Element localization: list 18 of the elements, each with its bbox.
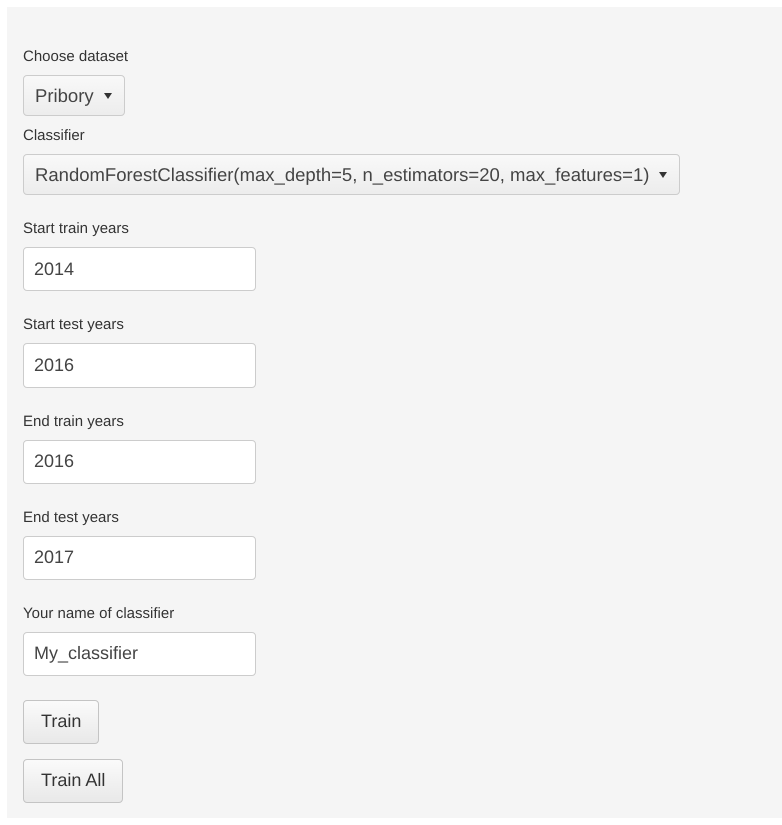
input-field[interactable]: 2014 xyxy=(23,247,256,292)
field-label: End train years xyxy=(23,412,124,432)
caret-icon xyxy=(104,92,112,99)
input-field[interactable]: 2016 xyxy=(23,440,256,484)
input-field[interactable]: 2017 xyxy=(23,536,256,580)
field-label: Choose dataset xyxy=(23,47,128,67)
field-label: Start train years xyxy=(23,219,129,240)
caret-icon xyxy=(659,172,668,178)
train-button[interactable]: Train xyxy=(23,700,100,744)
dataset-select[interactable]: Pribory xyxy=(23,75,125,116)
field-label: End test years xyxy=(23,508,119,528)
input-field[interactable]: My_classifier xyxy=(23,632,256,676)
input-field[interactable]: 2016 xyxy=(23,343,256,388)
field-label: Classifier xyxy=(23,126,85,146)
train-button[interactable]: Train All xyxy=(23,758,124,803)
field-label: Start test years xyxy=(23,315,124,336)
classifier-select[interactable]: RandomForestClassifier(max_depth=5, n_estimators=20, max_features=1) xyxy=(23,154,680,196)
field-label: Your name of classifier xyxy=(23,604,174,624)
